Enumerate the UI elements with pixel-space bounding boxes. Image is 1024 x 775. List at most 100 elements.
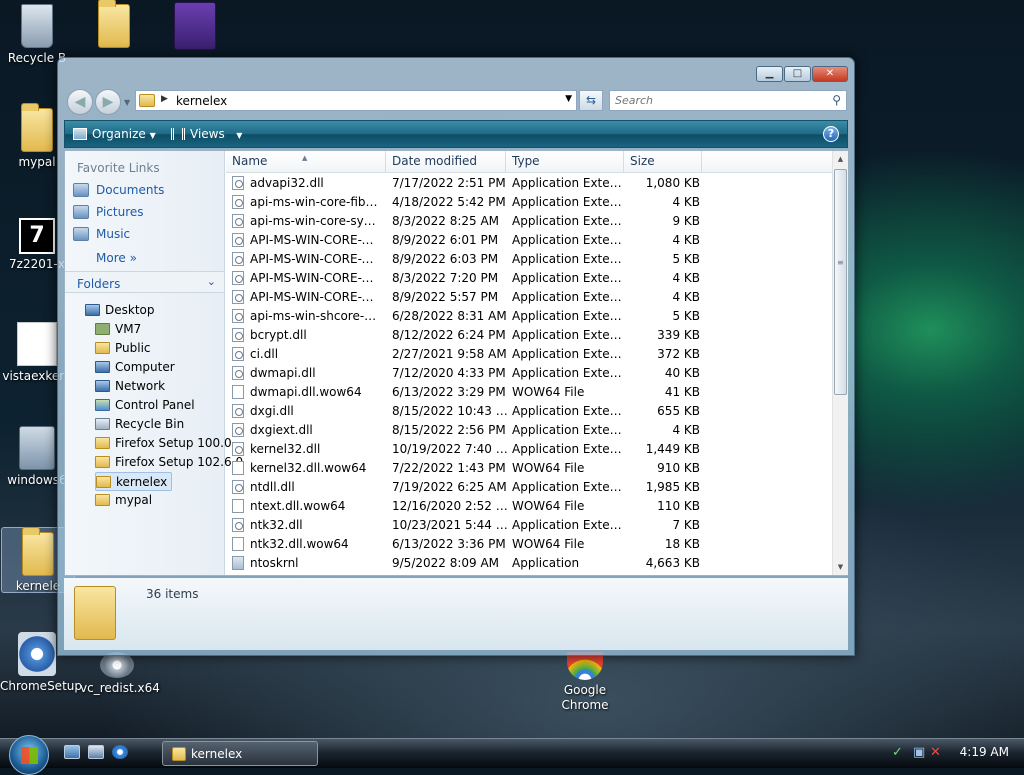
scrollbar-thumb[interactable] xyxy=(834,169,847,395)
minimize-button[interactable]: ▁ xyxy=(756,66,783,82)
refresh-button[interactable]: ⇆ xyxy=(579,90,603,111)
internet-explorer-icon[interactable] xyxy=(112,745,128,759)
file-row[interactable]: ntk32.dll 10/23/2021 5:44 PM Application E… xyxy=(226,516,832,535)
file-row[interactable]: api-ms-win-shcore-sc... 6/28/2022 8:31 AM… xyxy=(226,307,832,326)
explorer-content: Favorite Links Documents Pictures Music … xyxy=(64,150,848,576)
file-date-cell: 7/19/2022 6:25 AM xyxy=(392,480,507,494)
file-row[interactable]: advapi32.dll 7/17/2022 2:51 PM Application… xyxy=(226,174,832,193)
file-row[interactable]: API-MS-WIN-CORE-W... 8/9/2022 6:01 PM Appl… xyxy=(226,231,832,250)
desktop-icon-vc-redist[interactable]: vc_redist.x64 xyxy=(80,652,160,695)
address-dropdown-icon[interactable]: ▼ xyxy=(565,94,572,104)
column-header-size[interactable]: Size xyxy=(624,151,702,173)
desktop-icon xyxy=(85,304,100,316)
search-icon[interactable]: ⚲ xyxy=(832,93,841,107)
forward-button[interactable]: ▶ xyxy=(95,89,121,115)
back-button[interactable]: ◀ xyxy=(67,89,93,115)
scrollbar-grip-icon: ≡ xyxy=(837,258,844,267)
tree-item-public[interactable]: Public xyxy=(95,339,151,358)
file-name-cell: dxgi.dll xyxy=(232,402,382,421)
file-date-cell: 8/12/2022 6:24 PM xyxy=(392,328,506,342)
installer-icon xyxy=(18,632,56,676)
file-row[interactable]: dwmapi.dll 7/12/2020 4:33 PM Application E… xyxy=(226,364,832,383)
file-row[interactable]: api-ms-win-core-fiber... 4/18/2022 5:42 P… xyxy=(226,193,832,212)
tree-item-vm7[interactable]: VM7 xyxy=(95,320,141,339)
tree-item-desktop[interactable]: Desktop xyxy=(85,301,155,320)
file-type-cell: WOW64 File xyxy=(512,385,585,399)
column-header-date-modified[interactable]: Date modified xyxy=(386,151,506,173)
tree-item-network[interactable]: Network xyxy=(95,377,165,396)
switch-windows-icon[interactable] xyxy=(88,745,104,759)
folder-icon xyxy=(21,103,53,152)
vertical-scrollbar[interactable]: ▲ ≡ ▼ xyxy=(832,151,848,575)
network-status-icon[interactable]: ▣ xyxy=(913,745,925,760)
desktop-icon-google-chrome[interactable]: Google Chrome xyxy=(548,652,622,713)
explorer-window[interactable]: ▁ □ ✕ ◀ ▶ ▼ ▶ kernelex ▼ ⇆ ⚲ Organize ▼ … xyxy=(57,57,855,656)
help-button[interactable]: ? xyxy=(823,126,839,142)
column-header-name[interactable]: Name ▲ xyxy=(226,151,386,173)
start-button[interactable] xyxy=(9,735,49,775)
desktop-icon-recycle-bin[interactable]: Recycle B xyxy=(0,4,74,65)
favorite-link-pictures[interactable]: Pictures xyxy=(73,205,144,219)
more-links[interactable]: More » xyxy=(96,251,137,265)
close-button[interactable]: ✕ xyxy=(812,66,848,82)
favorite-links-header: Favorite Links xyxy=(77,161,160,175)
desktop-icon-gift[interactable] xyxy=(158,2,232,53)
scroll-down-arrow-icon[interactable]: ▼ xyxy=(833,559,848,575)
user-icon xyxy=(95,323,110,335)
favorite-link-documents[interactable]: Documents xyxy=(73,183,164,197)
file-row[interactable]: ntoskrnl 9/5/2022 8:09 AM Application 4,663… xyxy=(226,554,832,573)
folders-header[interactable]: Folders ⌄ xyxy=(65,271,224,293)
tree-item-firefox-setup-102[interactable]: Firefox Setup 102.6.0 xyxy=(95,453,243,472)
tree-item-firefox-setup-100[interactable]: Firefox Setup 100.0 xyxy=(95,434,232,453)
search-box[interactable]: ⚲ xyxy=(609,90,847,111)
file-row[interactable]: dxgi.dll 8/15/2022 10:43 AM Application Ex… xyxy=(226,402,832,421)
file-date-cell: 10/23/2021 5:44 PM xyxy=(392,518,510,532)
file-row[interactable]: kernel32.dll 10/19/2022 7:40 AM Applicatio… xyxy=(226,440,832,459)
show-desktop-icon[interactable] xyxy=(64,745,80,759)
file-size-cell: 41 KB xyxy=(664,385,700,399)
file-row[interactable]: API-MS-WIN-CORE-W... 8/9/2022 6:03 PM Appl… xyxy=(226,250,832,269)
scroll-up-arrow-icon[interactable]: ▲ xyxy=(833,151,848,167)
recent-pages-dropdown[interactable]: ▼ xyxy=(124,98,130,107)
double-chevron-icon: » xyxy=(129,251,137,265)
file-name-cell: kernel32.dll xyxy=(232,440,382,459)
maximize-button[interactable]: □ xyxy=(784,66,811,82)
control-panel-icon xyxy=(95,399,110,411)
views-button[interactable]: Views ▼ xyxy=(171,127,242,141)
file-row[interactable]: ntext.dll.wow64 12/16/2020 2:52 PM WOW64 F… xyxy=(226,497,832,516)
column-header-type[interactable]: Type xyxy=(506,151,624,173)
file-size-cell: 1,449 KB xyxy=(645,442,700,456)
file-size-cell: 40 KB xyxy=(664,366,700,380)
recycle-bin-icon xyxy=(21,4,53,48)
tree-item-mypal[interactable]: mypal xyxy=(95,491,152,510)
file-row[interactable]: kernel32.dll.wow64 7/22/2022 1:43 PM WOW64… xyxy=(226,459,832,478)
file-row[interactable]: api-ms-win-core-sync... 8/3/2022 8:25 AM A… xyxy=(226,212,832,231)
generic-file-icon xyxy=(232,537,244,551)
file-row[interactable]: ntdll.dll 7/19/2022 6:25 AM Application Ex… xyxy=(226,478,832,497)
application-icon xyxy=(232,556,244,570)
file-row[interactable]: bcrypt.dll 8/12/2022 6:24 PM Application E… xyxy=(226,326,832,345)
file-row[interactable]: dwmapi.dll.wow64 6/13/2022 3:29 PM WOW64 F… xyxy=(226,383,832,402)
favorite-link-music[interactable]: Music xyxy=(73,227,130,241)
address-breadcrumb[interactable]: kernelex xyxy=(176,94,227,108)
taskbar-item-kernelex[interactable]: kernelex xyxy=(162,741,318,766)
clock[interactable]: 4:19 AM xyxy=(960,745,1009,759)
breadcrumb-arrow-icon[interactable]: ▶ xyxy=(161,94,168,104)
volume-muted-icon[interactable]: ✕ xyxy=(930,745,941,760)
address-bar[interactable]: ▶ kernelex ▼ xyxy=(135,90,577,111)
search-input[interactable] xyxy=(610,91,815,110)
file-row[interactable]: ci.dll 2/27/2021 9:58 AM Application Exten… xyxy=(226,345,832,364)
dll-file-icon xyxy=(232,404,244,418)
tree-item-computer[interactable]: Computer xyxy=(95,358,175,377)
tree-item-recycle-bin[interactable]: Recycle Bin xyxy=(95,415,184,434)
tree-item-control-panel[interactable]: Control Panel xyxy=(95,396,195,415)
file-row[interactable]: API-MS-WIN-CORE-W... 8/9/2022 5:57 PM Appl… xyxy=(226,288,832,307)
file-date-cell: 7/12/2020 4:33 PM xyxy=(392,366,506,380)
file-row[interactable]: dxgiext.dll 8/15/2022 2:56 PM Application … xyxy=(226,421,832,440)
desktop-icon-folder[interactable] xyxy=(77,0,151,51)
tree-item-kernelex[interactable]: kernelex xyxy=(95,472,173,491)
file-row[interactable]: API-MS-WIN-CORE-W... 8/3/2022 7:20 PM Appl… xyxy=(226,269,832,288)
file-row[interactable]: ntk32.dll.wow64 6/13/2022 3:36 PM WOW64 Fi… xyxy=(226,535,832,554)
safely-remove-hardware-icon[interactable]: ✓ xyxy=(892,745,903,760)
organize-button[interactable]: Organize ▼ xyxy=(73,127,156,141)
